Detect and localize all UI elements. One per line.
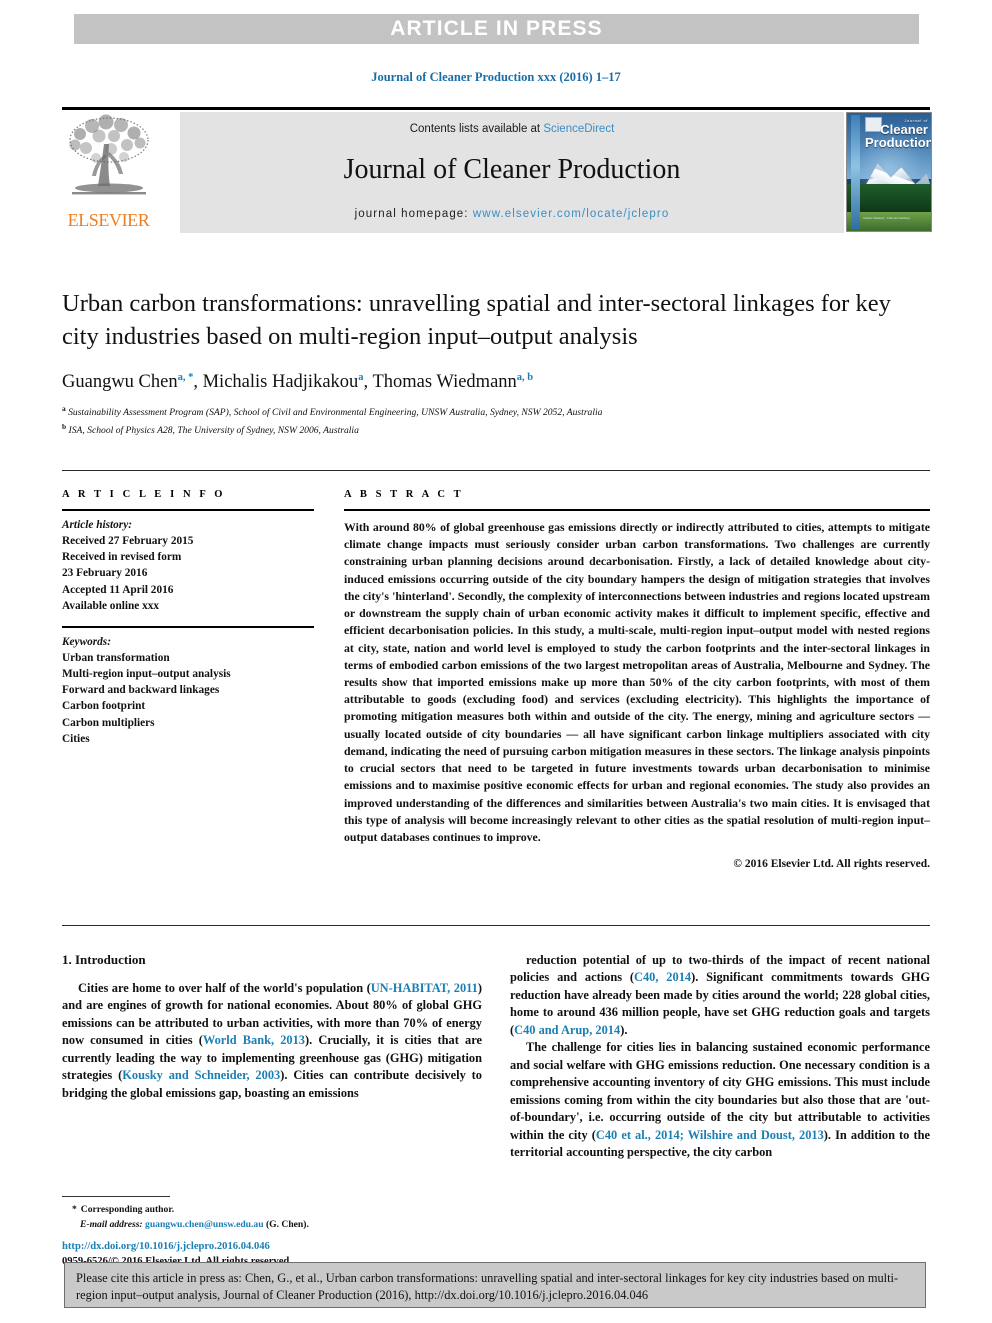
citation-link[interactable]: World Bank, 2013 <box>203 1033 305 1047</box>
journal-homepage-line: journal homepage: www.elsevier.com/locat… <box>180 208 844 220</box>
keywords-group: Keywords: Urban transformation Multi-reg… <box>62 634 314 747</box>
abstract-copyright: © 2016 Elsevier Ltd. All rights reserved… <box>733 857 930 870</box>
corresponding-author-text: Corresponding author. <box>80 1204 175 1215</box>
keyword-3: Carbon footprint <box>62 700 146 713</box>
elsevier-tree-icon <box>69 114 149 195</box>
article-history-label: Article history: <box>62 519 132 531</box>
citation-link[interactable]: C40 et al., 2014; Wilshire and Doust, 20… <box>596 1128 824 1142</box>
paragraph-text: Cities are home to over half of the worl… <box>78 981 371 995</box>
introduction-heading: 1. Introduction <box>62 952 146 967</box>
history-line-4: Available online xxx <box>62 599 160 612</box>
affiliation-b-text: ISA, School of Physics A28, The Universi… <box>68 425 359 437</box>
corresponding-author-note: * Corresponding author. <box>62 1203 482 1218</box>
masthead-top-rule <box>62 107 930 110</box>
page-title: Urban carbon transformations: unravellin… <box>62 290 891 350</box>
affiliation-b-mark: b <box>62 422 67 432</box>
contents-lists-line: Contents lists available at ScienceDirec… <box>180 123 844 135</box>
keyword-1: Multi-region input–output analysis <box>62 668 231 681</box>
cover-line1: Cleaner <box>880 122 928 138</box>
abstract-bottom-rule <box>62 925 930 926</box>
homepage-prefix: journal homepage: <box>354 208 473 220</box>
please-cite-box: Please cite this article in press as: Ch… <box>64 1262 926 1308</box>
citation-link[interactable]: Kousky and Schneider, 2003 <box>122 1068 280 1082</box>
running-head: Journal of Cleaner Production xxx (2016)… <box>371 70 621 84</box>
article-info-section: A R T I C L E I N F O Article history: R… <box>62 489 314 747</box>
affiliation-a-mark: a <box>62 404 66 414</box>
author-1: Michalis Hadjikakoua <box>203 372 364 392</box>
keyword-0: Urban transformation <box>62 651 170 664</box>
footnote-block: * Corresponding author. E-mail address: g… <box>62 1196 482 1233</box>
email-link[interactable]: guangwu.chen@unsw.edu.au <box>145 1219 264 1230</box>
contents-prefix: Contents lists available at <box>409 123 544 135</box>
history-line-3: Accepted 11 April 2016 <box>62 583 174 596</box>
keyword-4: Carbon multipliers <box>62 716 155 729</box>
journal-cover-thumbnail: Journal of Cleaner Production Volume Sum… <box>846 112 932 232</box>
abstract-section: A B S T R A C T With around 80% of globa… <box>344 489 930 870</box>
cover-spine-strip <box>851 115 860 229</box>
citation-link[interactable]: C40 and Arup, 2014 <box>514 1023 620 1037</box>
keyword-2: Forward and backward linkages <box>62 684 220 697</box>
cover-line2: Production <box>865 135 932 151</box>
intro-paragraph-left-1: Cities are home to over half of the worl… <box>62 980 482 1102</box>
paragraph-text: The challenge for cities lies in balanci… <box>510 1040 930 1142</box>
author-0: Guangwu Chena, * <box>62 372 193 392</box>
please-cite-text: Please cite this article in press as: Ch… <box>76 1271 899 1303</box>
abstract-rule <box>344 509 930 511</box>
paragraph-text: ). <box>620 1022 628 1037</box>
footnote-rule <box>62 1196 170 1197</box>
cover-footer-note: Volume Summary · Editorial Summary <box>863 216 911 220</box>
cover-title: Journal of Cleaner Production <box>865 118 932 151</box>
sciencedirect-link[interactable]: ScienceDirect <box>543 123 614 135</box>
elsevier-logo: ELSEVIER <box>62 112 155 233</box>
article-info-rule-2 <box>62 625 314 628</box>
keyword-5: Cities <box>62 732 90 745</box>
author-list: Guangwu Chena, *, Michalis Hadjikakou a, … <box>62 372 930 393</box>
author-sep-0: , <box>193 372 203 393</box>
affiliation-a-text: Sustainability Assessment Program (SAP),… <box>68 407 603 419</box>
author-0-marks: a, * <box>177 372 194 384</box>
author-2-marks: a, b <box>516 372 534 384</box>
author-1-name: Michalis Hadjikakou <box>202 372 359 393</box>
abstract-text: With around 80% of global greenhouse gas… <box>344 520 930 844</box>
article-history-group: Article history: Received 27 February 20… <box>62 517 314 614</box>
history-line-2: 23 February 2016 <box>62 567 148 580</box>
article-info-heading: A R T I C L E I N F O <box>62 489 226 500</box>
intro-paragraph-right-1: reduction potential of up to two-thirds … <box>510 952 930 1039</box>
history-line-0: Received 27 February 2015 <box>62 535 194 548</box>
masthead-center-panel: Contents lists available at ScienceDirec… <box>180 112 844 233</box>
article-in-press-banner: ARTICLE IN PRESS <box>74 14 919 44</box>
journal-homepage-link[interactable]: www.elsevier.com/locate/jclepro <box>473 208 669 220</box>
affiliation-b: b ISA, School of Physics A28, The Univer… <box>62 421 930 439</box>
author-2-name: Thomas Wiedmann <box>372 372 517 393</box>
article-info-rule-1 <box>62 509 314 511</box>
doi-link[interactable]: http://dx.doi.org/10.1016/j.jclepro.2016… <box>62 1239 562 1254</box>
citation-link[interactable]: C40, 2014 <box>634 970 691 984</box>
email-note: E-mail address: guangwu.chen@unsw.edu.au… <box>62 1218 482 1233</box>
abstract-heading: A B S T R A C T <box>344 489 464 500</box>
body-column-right: reduction potential of up to two-thirds … <box>510 952 930 1162</box>
affiliation-a: a Sustainability Assessment Program (SAP… <box>62 403 930 421</box>
email-suffix: (G. Chen). <box>265 1218 309 1230</box>
journal-masthead: ELSEVIER Contents lists available at Sci… <box>62 107 932 233</box>
author-2: Thomas Wiedmanna, b <box>372 372 533 392</box>
affiliation-list: a Sustainability Assessment Program (SAP… <box>62 403 930 438</box>
corresponding-author-marker: * <box>72 1204 77 1215</box>
elsevier-wordmark: ELSEVIER <box>67 210 150 230</box>
body-column-left: 1. Introduction Cities are home to over … <box>62 952 482 1102</box>
citation-link[interactable]: UN-HABITAT, 2011 <box>371 981 478 995</box>
keywords-label: Keywords: <box>62 635 111 648</box>
author-0-name: Guangwu Chen <box>62 372 178 393</box>
intro-paragraph-right-2: The challenge for cities lies in balanci… <box>510 1039 930 1161</box>
title-block: Urban carbon transformations: unravellin… <box>62 288 930 439</box>
article-in-press-label: ARTICLE IN PRESS <box>390 17 603 40</box>
header-divider-rule <box>62 470 930 471</box>
journal-title: Journal of Cleaner Production <box>343 154 681 185</box>
email-label: E-mail address: <box>80 1218 143 1230</box>
history-line-1: Received in revised form <box>62 551 182 564</box>
